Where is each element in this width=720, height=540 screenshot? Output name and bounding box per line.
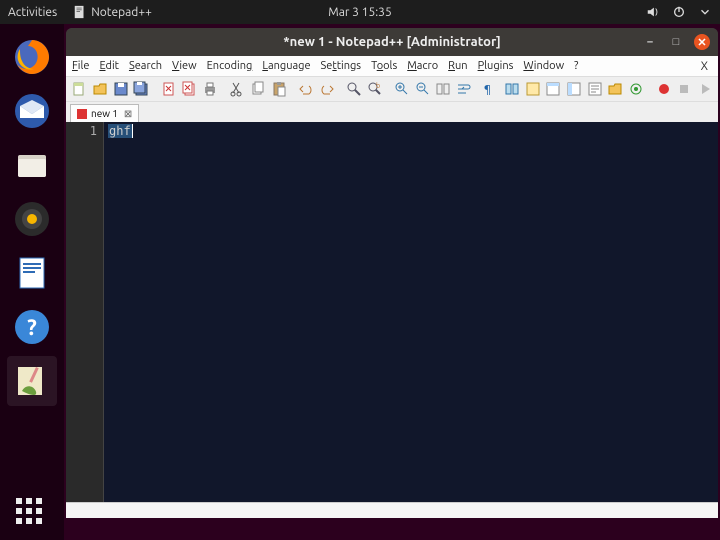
menu-search[interactable]: Search [129,60,162,72]
notepadpp-window: *new 1 - Notepad++ [Administrator] – □ ✕… [66,28,718,518]
menu-edit[interactable]: Edit [99,60,119,72]
dock-rhythmbox[interactable] [7,194,57,244]
indent-guide-button[interactable] [503,79,522,99]
doc-map-button[interactable] [544,79,563,99]
play-macro-button[interactable] [696,79,715,99]
zoom-in-button[interactable] [393,79,412,99]
new-file-button[interactable] [70,79,89,99]
tabbar: new 1 ⊠ [66,102,718,122]
copy-button[interactable] [249,79,268,99]
line-number: 1 [66,124,97,138]
dock-libreoffice-writer[interactable] [7,248,57,298]
close-all-button[interactable] [180,79,199,99]
minimize-button[interactable]: – [642,34,658,50]
statusbar [66,502,718,518]
menu-language[interactable]: Language [262,60,310,72]
unsaved-indicator-icon [77,109,87,119]
udl-button[interactable] [523,79,542,99]
clock[interactable]: Mar 3 15:35 [328,6,391,19]
line-gutter: 1 [66,122,104,502]
find-button[interactable] [345,79,364,99]
menu-encoding[interactable]: Encoding [207,60,253,72]
tab-close-icon[interactable]: ⊠ [124,108,132,120]
menu-plugins[interactable]: Plugins [478,60,514,72]
redo-button[interactable] [317,79,336,99]
menu-tools[interactable]: Tools [371,60,397,72]
dock-notepadpp[interactable] [7,356,57,406]
mdi-close-icon[interactable]: X [701,60,712,73]
speaker-icon [12,199,52,239]
notepad-icon [73,5,87,19]
cut-button[interactable] [228,79,247,99]
volume-icon[interactable] [646,5,660,19]
system-topbar: Activities Notepad++ Mar 3 15:35 [0,0,720,24]
file-tab[interactable]: new 1 ⊠ [70,104,139,122]
paste-button[interactable] [269,79,288,99]
record-macro-button[interactable] [654,79,673,99]
tab-label: new 1 [91,108,118,119]
menu-file[interactable]: File [72,60,89,72]
menu-settings[interactable]: Settings [321,60,362,72]
text-cursor [132,124,133,138]
print-button[interactable] [201,79,220,99]
menubar: File Edit Search View Encoding Language … [66,56,718,76]
document-icon [12,253,52,293]
doc-list-button[interactable] [565,79,584,99]
dock-firefox[interactable] [7,32,57,82]
close-button[interactable]: ✕ [694,34,710,50]
monitoring-button[interactable] [627,79,646,99]
dock-files[interactable] [7,140,57,190]
activities-button[interactable]: Activities [8,6,57,19]
close-file-button[interactable] [159,79,178,99]
dock-help[interactable]: ? [7,302,57,352]
folder-workspace-button[interactable] [606,79,625,99]
notepadpp-icon [12,361,52,401]
folder-icon [12,145,52,185]
client-area: File Edit Search View Encoding Language … [66,56,718,518]
svg-text:?: ? [27,315,37,340]
editor: 1 ghf [66,122,718,502]
dock-thunderbird[interactable] [7,86,57,136]
stop-macro-button[interactable] [675,79,694,99]
svg-text:b: b [376,82,380,90]
thunderbird-icon [12,91,52,131]
save-button[interactable] [111,79,130,99]
power-icon[interactable] [672,5,686,19]
show-applications[interactable] [16,498,48,530]
svg-text:¶: ¶ [484,84,491,96]
open-file-button[interactable] [91,79,110,99]
window-title: *new 1 - Notepad++ [Administrator] [283,35,501,49]
save-all-button[interactable] [132,79,151,99]
text-content[interactable]: ghf [104,122,718,502]
menu-run[interactable]: Run [448,60,467,72]
undo-button[interactable] [297,79,316,99]
menu-macro[interactable]: Macro [407,60,438,72]
dock: ? [0,24,64,540]
function-list-button[interactable] [585,79,604,99]
replace-button[interactable]: b [365,79,384,99]
wordwrap-button[interactable] [455,79,474,99]
titlebar[interactable]: *new 1 - Notepad++ [Administrator] – □ ✕ [66,28,718,56]
show-all-chars-button[interactable]: ¶ [482,79,501,99]
zoom-out-button[interactable] [413,79,432,99]
app-indicator[interactable]: Notepad++ [73,5,152,19]
sync-scroll-button[interactable] [434,79,453,99]
help-icon: ? [12,307,52,347]
toolbar: b ¶ [66,76,718,102]
menu-view[interactable]: View [172,60,197,72]
chevron-down-icon[interactable] [698,5,712,19]
menu-help[interactable]: ? [574,60,578,72]
firefox-icon [12,37,52,77]
maximize-button[interactable]: □ [668,34,684,50]
menu-window[interactable]: Window [523,60,564,72]
